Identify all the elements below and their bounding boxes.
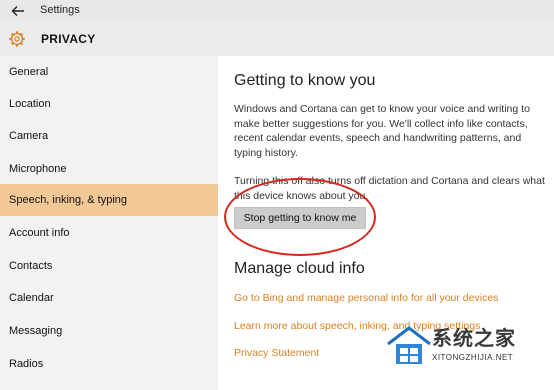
sidebar: General Location Camera Microphone Speec… [0, 56, 218, 390]
page-header: PRIVACY [0, 22, 554, 56]
title-bar: Settings [0, 0, 554, 22]
page-title: PRIVACY [41, 32, 96, 46]
sidebar-item-messaging[interactable]: Messaging [0, 315, 218, 347]
sidebar-item-radios[interactable]: Radios [0, 348, 218, 380]
back-arrow-icon[interactable] [10, 3, 26, 19]
watermark: 系统之家 XITONGZHIJIA.NET [384, 320, 550, 386]
sidebar-item-speech-inking-typing[interactable]: Speech, inking, & typing [0, 184, 218, 216]
gear-icon [9, 31, 25, 47]
watermark-text-en: XITONGZHIJIA.NET [432, 353, 514, 362]
house-logo-icon [387, 326, 431, 364]
warning-paragraph: Turning this off also turns off dictatio… [234, 175, 545, 202]
sidebar-item-account-info[interactable]: Account info [0, 217, 218, 249]
sidebar-item-camera[interactable]: Camera [0, 120, 218, 152]
watermark-text-cn: 系统之家 [432, 326, 516, 350]
sidebar-item-calendar[interactable]: Calendar [0, 282, 218, 314]
sidebar-item-microphone[interactable]: Microphone [0, 153, 218, 185]
description-paragraph: Windows and Cortana can get to know your… [234, 103, 530, 159]
window-title: Settings [40, 4, 80, 16]
sidebar-item-contacts[interactable]: Contacts [0, 250, 218, 282]
stop-getting-to-know-me-button[interactable]: Stop getting to know me [234, 207, 366, 229]
bing-manage-info-link[interactable]: Go to Bing and manage personal info for … [234, 292, 498, 304]
sidebar-item-general[interactable]: General [0, 56, 218, 88]
section-title-getting-to-know-you: Getting to know you [234, 72, 376, 89]
sidebar-item-location[interactable]: Location [0, 88, 218, 120]
section-title-manage-cloud-info: Manage cloud info [234, 260, 365, 277]
privacy-statement-link[interactable]: Privacy Statement [234, 347, 319, 359]
